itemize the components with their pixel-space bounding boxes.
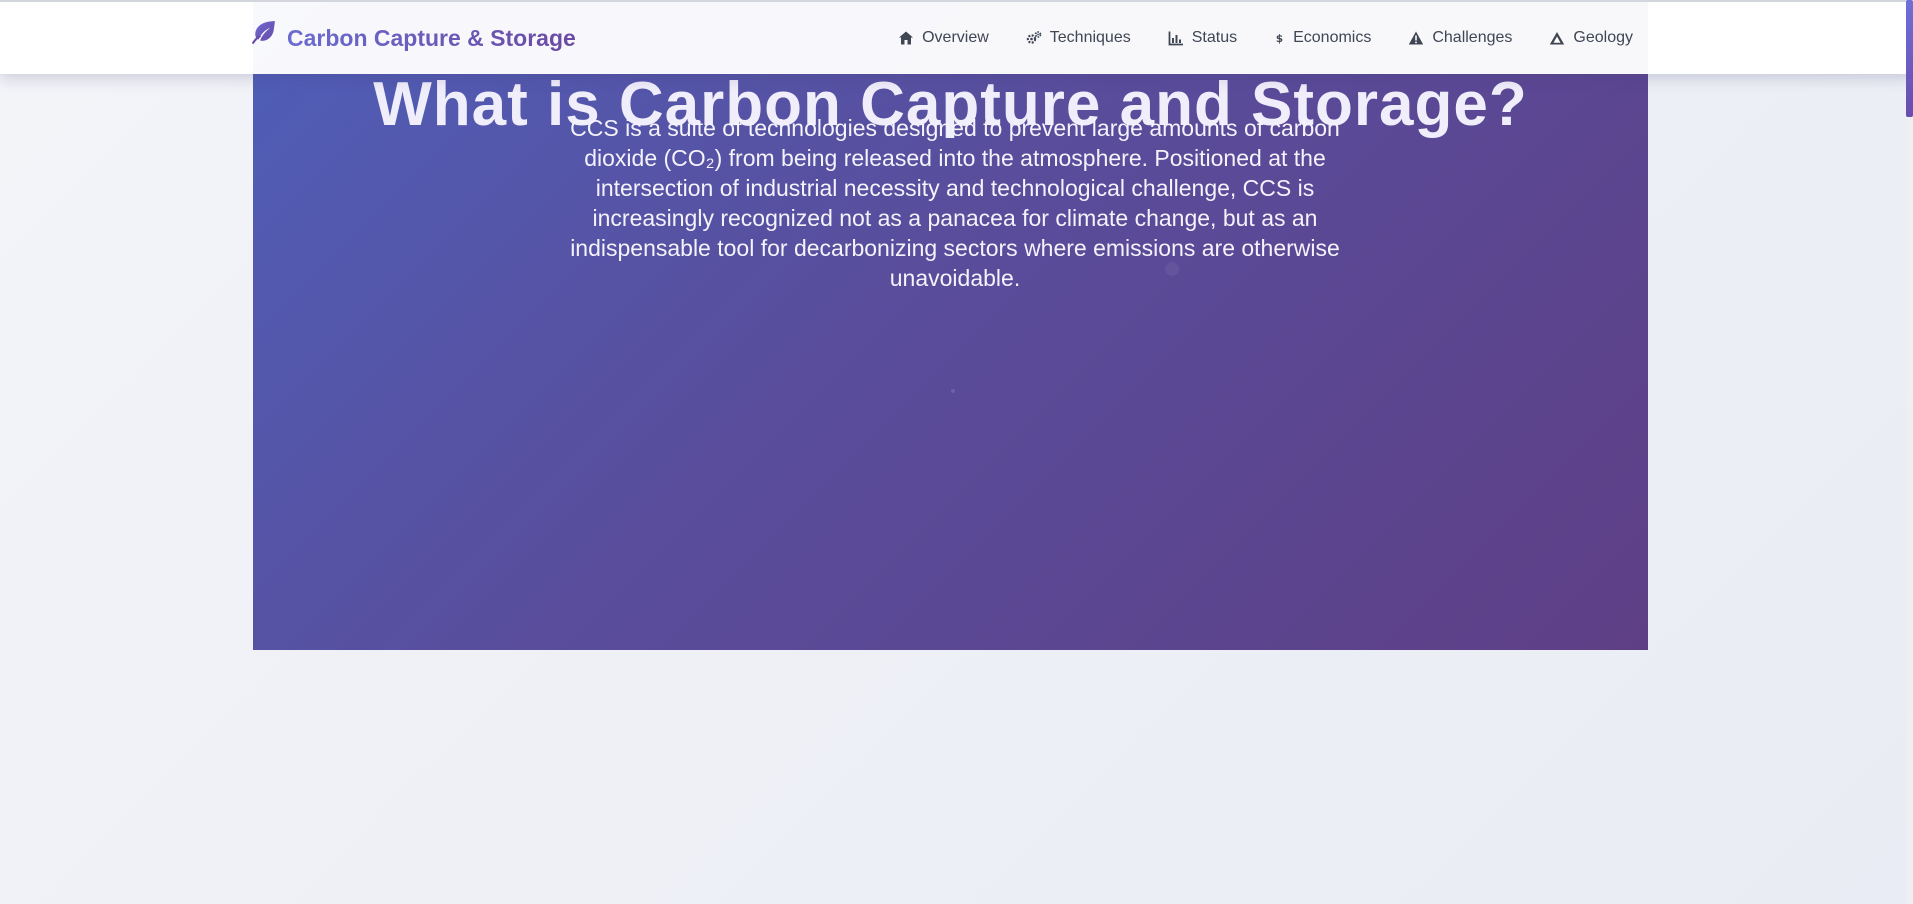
nav-techniques-label: Techniques	[1049, 29, 1131, 46]
page: What is Carbon Capture and Storage? CCS …	[0, 0, 1913, 904]
hero-section: What is Carbon Capture and Storage? CCS …	[253, 0, 1648, 650]
vertical-scrollbar[interactable]	[1906, 0, 1913, 904]
hero-description: CCS is a suite of technologies designed …	[570, 115, 1340, 291]
decorative-bubble	[951, 389, 955, 393]
nav-economics[interactable]: $ Economics	[1274, 29, 1371, 47]
svg-text:$: $	[1276, 33, 1283, 45]
nav-challenges-label: Challenges	[1432, 29, 1513, 46]
cogs-icon	[1026, 31, 1042, 44]
nav-challenges[interactable]: Challenges	[1408, 29, 1512, 47]
scrollbar-thumb[interactable]	[1906, 0, 1913, 117]
navbar: Carbon Capture & Storage Overview Techni…	[0, 0, 1913, 74]
nav-geology-label: Geology	[1573, 29, 1633, 46]
nav-overview-label: Overview	[922, 29, 989, 46]
leaf-icon	[252, 21, 275, 44]
nav-status-label: Status	[1191, 29, 1238, 46]
mountain-icon	[1550, 32, 1565, 45]
nav-economics-label: Economics	[1293, 29, 1372, 46]
nav-overview[interactable]: Overview	[898, 29, 989, 47]
nav-menu: Overview Techniques Status $ Economics C…	[861, 2, 1633, 74]
brand-title: Carbon Capture & Storage	[287, 24, 576, 51]
brand-link[interactable]: Carbon Capture & Storage	[251, 20, 576, 56]
dollar-icon: $	[1276, 33, 1283, 45]
chart-icon	[1168, 31, 1183, 46]
home-icon	[899, 31, 914, 45]
nav-geology[interactable]: Geology	[1549, 29, 1633, 47]
nav-techniques[interactable]: Techniques	[1026, 29, 1131, 47]
warning-icon	[1409, 31, 1424, 45]
nav-status[interactable]: Status	[1168, 29, 1237, 47]
